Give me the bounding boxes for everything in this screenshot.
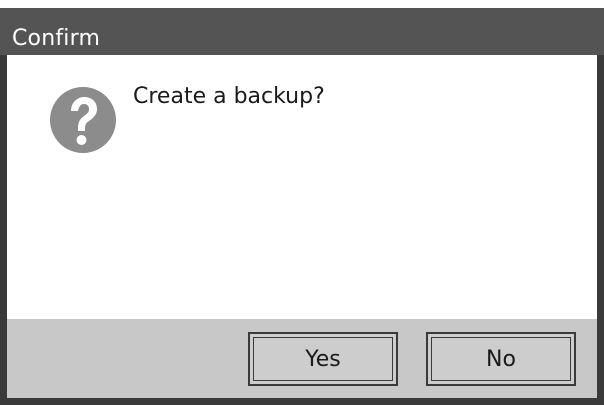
dialog-button-bar: Yes No	[7, 319, 597, 398]
confirm-dialog: Confirm Create a backup? Yes No	[0, 8, 604, 405]
yes-button[interactable]: Yes	[248, 332, 398, 386]
dialog-content: Create a backup?	[7, 55, 597, 319]
dialog-title: Confirm	[12, 26, 101, 51]
dialog-titlebar: Confirm	[0, 8, 604, 55]
question-icon	[50, 87, 116, 153]
dialog-message: Create a backup?	[133, 84, 325, 109]
no-button[interactable]: No	[426, 332, 576, 386]
